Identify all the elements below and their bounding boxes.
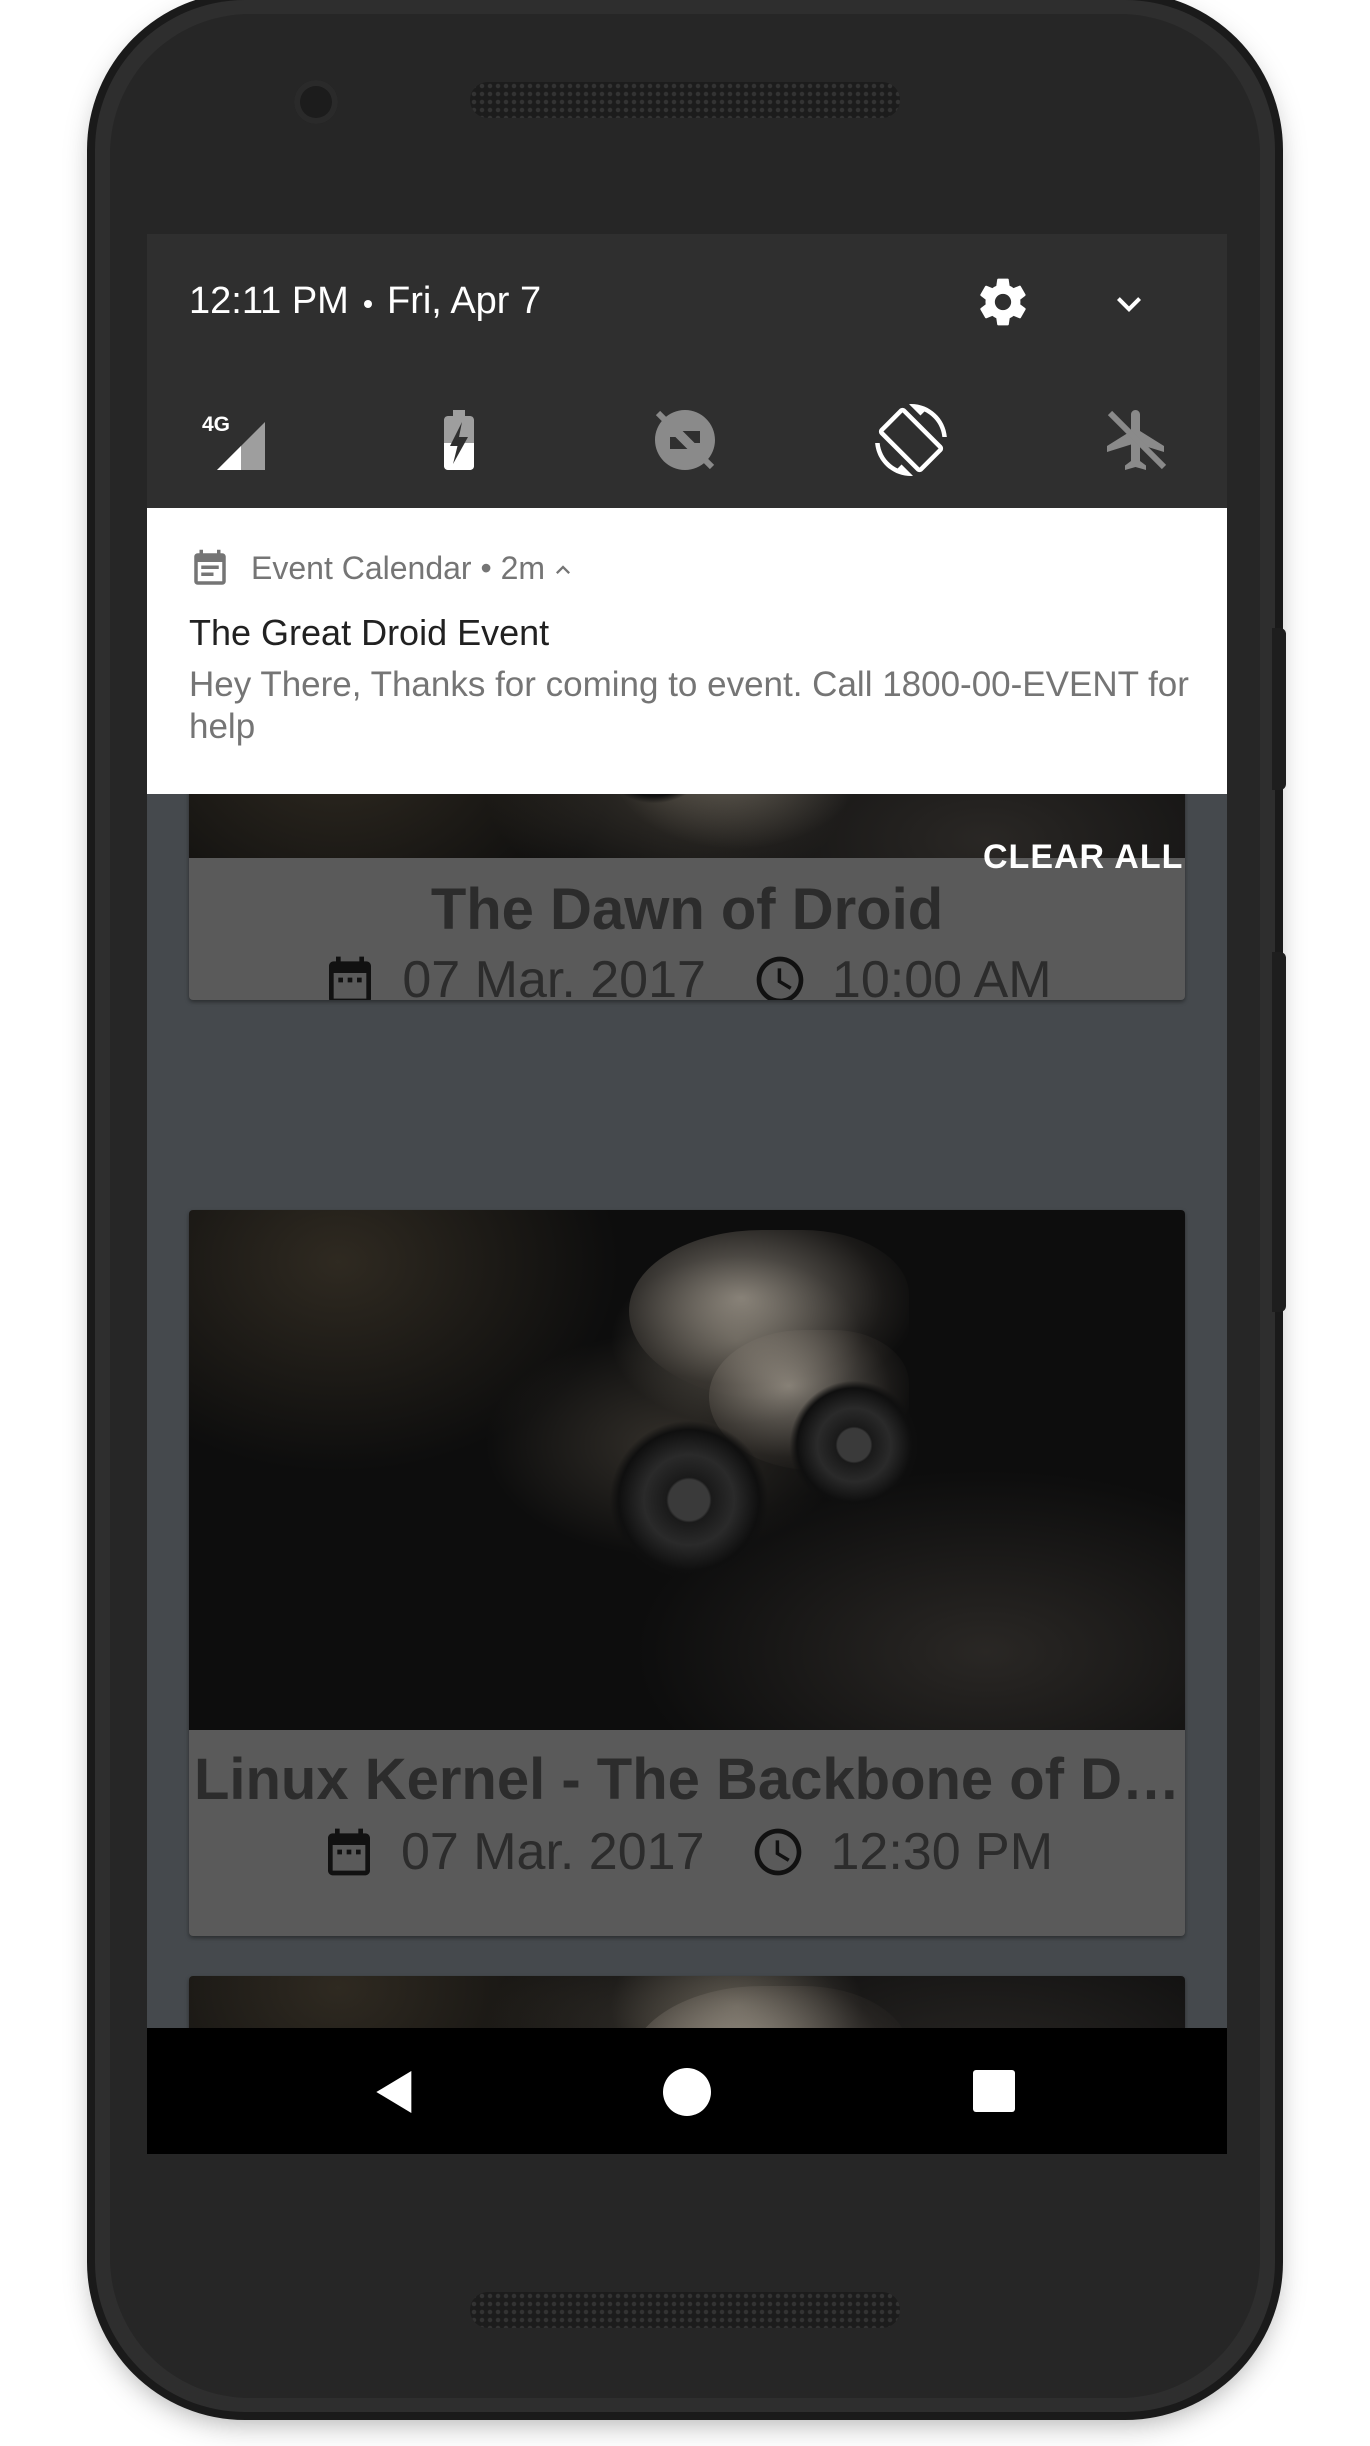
notification-title: The Great Droid Event — [189, 612, 550, 653]
mobile-data-4g-icon[interactable]: 4G — [199, 404, 271, 476]
clock-icon — [756, 956, 804, 1000]
clock-icon — [755, 1828, 802, 1876]
volume-button — [1272, 952, 1286, 1312]
home-icon[interactable] — [663, 2068, 711, 2116]
chevron-down-icon[interactable] — [1105, 280, 1153, 328]
event-meta: 07 Mar. 2017 12:30 PM — [189, 1822, 1185, 1882]
earpiece-speaker — [470, 82, 900, 118]
notification-age: 2m — [500, 550, 546, 586]
calendar-icon — [329, 956, 372, 1000]
notification-shade-header: 12:11 PM Fri, Apr 7 4G — [147, 234, 1227, 508]
notification-separator: • — [480, 550, 492, 586]
notification-body: Hey There, Thanks for coming to event. C… — [189, 665, 1189, 746]
event-card[interactable]: Linux Kernel - The Backbone of D… 07 Mar… — [189, 1210, 1185, 1936]
date[interactable]: Fri, Apr 7 — [387, 280, 541, 323]
do-not-disturb-off-icon[interactable] — [649, 404, 721, 476]
event-meta: 07 Mar. 2017 10:00 AM — [189, 950, 1185, 1000]
back-icon[interactable] — [367, 2064, 423, 2120]
clear-all-button[interactable]: CLEAR ALL — [983, 838, 1183, 877]
notification-header: Event Calendar • 2m — [251, 550, 545, 587]
notification-app-name: Event Calendar — [251, 550, 472, 586]
event-card[interactable]: The Dawn of Droid 07 Mar. 2017 10:00 AM — [189, 774, 1185, 1000]
event-date: 07 Mar. 2017 — [402, 951, 706, 1000]
event-title: Linux Kernel - The Backbone of D… — [193, 1747, 1181, 1812]
calendar-icon — [327, 1828, 370, 1876]
mobile-data-label: 4G — [202, 413, 230, 436]
calendar-icon — [194, 549, 226, 585]
event-image — [189, 1210, 1185, 1730]
power-button — [1272, 628, 1286, 790]
navigation-bar — [147, 2028, 1227, 2154]
event-time: 12:30 PM — [830, 1823, 1054, 1881]
notification-card[interactable]: Event Calendar • 2m The Great Droid Even… — [147, 508, 1227, 794]
chevron-up-icon[interactable] — [549, 556, 577, 584]
settings-gear-icon[interactable] — [975, 274, 1031, 330]
screen: The Dawn of Droid 07 Mar. 2017 10:00 AM … — [147, 234, 1227, 2154]
front-camera — [294, 80, 338, 124]
event-date: 07 Mar. 2017 — [400, 1823, 705, 1881]
bottom-speaker — [470, 2292, 900, 2328]
event-title: The Dawn of Droid — [430, 877, 944, 942]
status-separator — [364, 300, 372, 308]
auto-rotate-icon[interactable] — [875, 404, 947, 476]
clock: 12:11 PM — [189, 280, 349, 322]
airplane-mode-icon[interactable] — [1101, 404, 1173, 476]
recents-icon[interactable] — [973, 2070, 1015, 2112]
event-time: 10:00 AM — [831, 951, 1052, 1000]
battery-saver-icon[interactable] — [423, 404, 495, 476]
